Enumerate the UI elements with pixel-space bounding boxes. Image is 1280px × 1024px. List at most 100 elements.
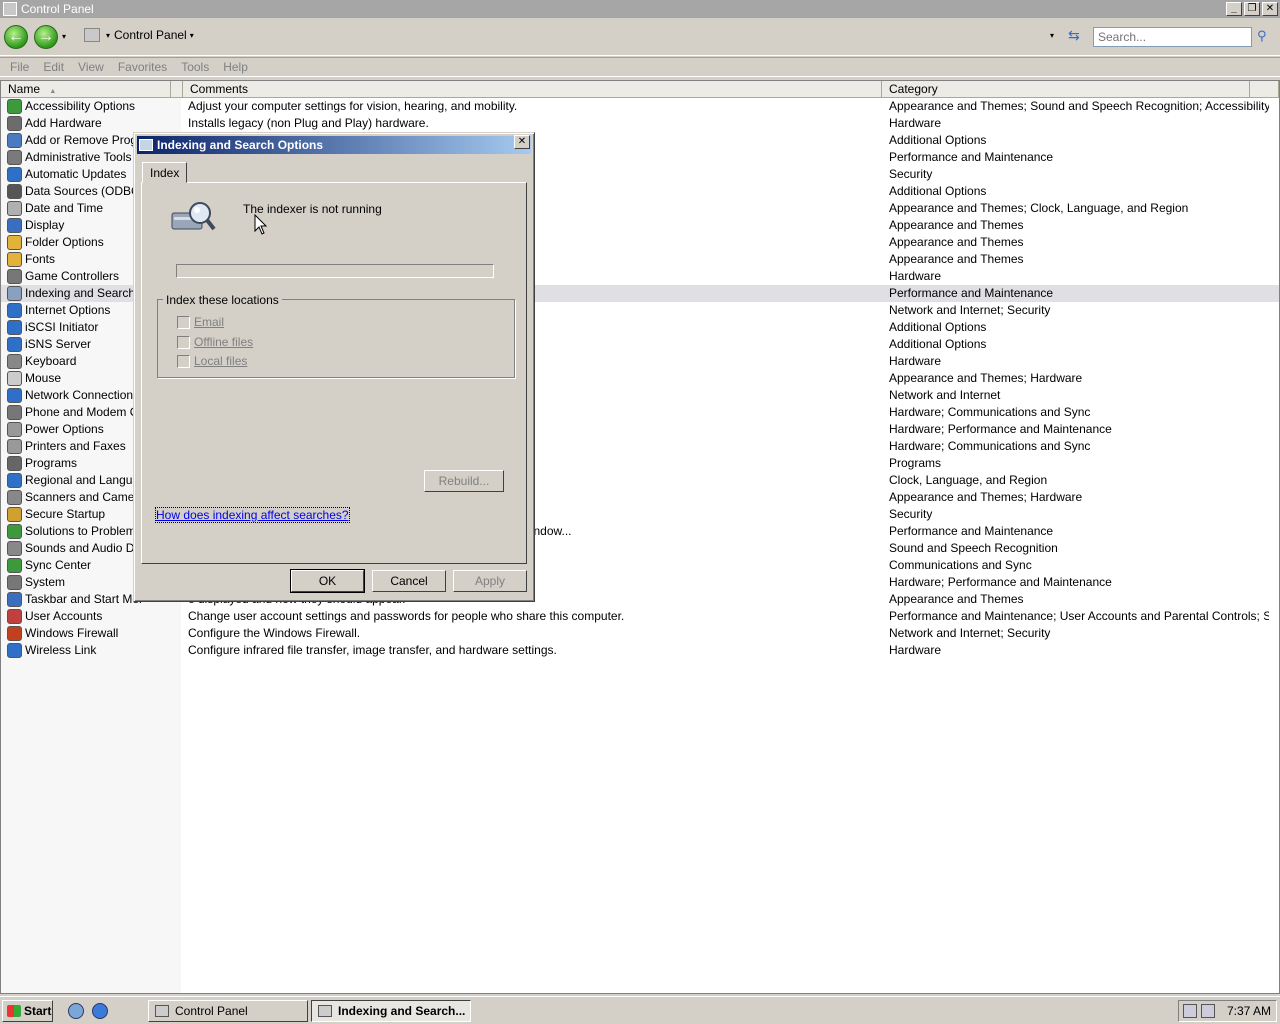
indexing-help-link[interactable]: How does indexing affect searches? bbox=[155, 507, 350, 523]
item-category: Sound and Speech Recognition bbox=[889, 541, 1058, 555]
search-icon[interactable]: ⚲ bbox=[1257, 28, 1273, 44]
item-icon bbox=[7, 303, 22, 318]
tab-index[interactable]: Index bbox=[142, 162, 187, 183]
menu-tools[interactable]: Tools bbox=[181, 60, 209, 74]
menu-favorites[interactable]: Favorites bbox=[118, 60, 167, 74]
forward-button[interactable]: → bbox=[34, 24, 58, 49]
task-control-panel-label: Control Panel bbox=[175, 1004, 248, 1018]
item-category: Hardware; Performance and Maintenance bbox=[889, 575, 1112, 589]
list-item[interactable]: Windows Firewall Configure the Windows Fi… bbox=[1, 625, 1279, 642]
offline-files-checkbox-box[interactable] bbox=[177, 335, 190, 349]
history-dropdown[interactable]: ▾ bbox=[62, 32, 72, 41]
indexing-icon bbox=[139, 139, 153, 151]
dialog-title: Indexing and Search Options bbox=[157, 138, 324, 152]
local-files-checkbox-box[interactable] bbox=[177, 354, 190, 368]
item-icon bbox=[7, 643, 22, 658]
local-files-checkbox[interactable]: Local files bbox=[177, 354, 377, 368]
navigation-toolbar: ← → ▾ ▾ Control Panel ▾ ▾ ⇆ bbox=[0, 18, 1280, 56]
item-icon bbox=[7, 167, 22, 182]
start-button[interactable]: Start bbox=[2, 1000, 53, 1022]
item-name: Windows Firewall bbox=[25, 626, 119, 640]
folder-icon bbox=[84, 28, 100, 42]
dialog-close-button[interactable]: ✕ bbox=[514, 135, 530, 149]
item-category: Appearance and Themes; Hardware bbox=[889, 371, 1083, 385]
item-category: Appearance and Themes bbox=[889, 235, 1024, 249]
menu-bar: File Edit View Favorites Tools Help bbox=[0, 57, 1280, 77]
item-icon bbox=[7, 269, 22, 284]
task-indexing-icon bbox=[318, 1005, 332, 1017]
item-category: Network and Internet; Security bbox=[889, 626, 1051, 640]
windows-flag-icon bbox=[7, 1005, 21, 1017]
list-item[interactable]: Wireless Link Configure infrared file tra… bbox=[1, 642, 1279, 659]
list-item[interactable]: Add Hardware Installs legacy (non Plug an… bbox=[1, 115, 1279, 132]
column-spacer bbox=[171, 81, 183, 98]
menu-view[interactable]: View bbox=[78, 60, 104, 74]
email-checkbox-label: Email bbox=[194, 315, 225, 329]
apply-button[interactable]: Apply bbox=[453, 570, 527, 592]
menu-file[interactable]: File bbox=[10, 60, 29, 74]
item-icon bbox=[7, 456, 22, 471]
column-header-name[interactable]: Name ▲ bbox=[1, 81, 171, 98]
refresh-icon[interactable]: ⇆ bbox=[1068, 27, 1084, 43]
system-tray: 7:37 AM bbox=[1178, 1000, 1277, 1022]
item-comment: Change user account settings and passwor… bbox=[188, 609, 625, 623]
item-category: Appearance and Themes bbox=[889, 592, 1024, 606]
search-input[interactable] bbox=[1093, 27, 1252, 47]
offline-files-checkbox[interactable]: Offline files bbox=[177, 335, 377, 349]
address-text[interactable]: Control Panel bbox=[114, 28, 187, 42]
menu-help[interactable]: Help bbox=[223, 60, 248, 74]
window-title: Control Panel bbox=[21, 2, 94, 16]
address-bar[interactable]: ▾ Control Panel ▾ bbox=[82, 23, 1062, 47]
column-header-category[interactable]: Category bbox=[882, 81, 1250, 98]
item-icon bbox=[7, 490, 22, 505]
address-arrow[interactable]: ▾ bbox=[106, 31, 110, 40]
breadcrumb-arrow[interactable]: ▾ bbox=[190, 31, 194, 40]
rebuild-button[interactable]: Rebuild... bbox=[424, 470, 504, 492]
item-category: Appearance and Themes bbox=[889, 218, 1024, 232]
list-item[interactable]: User Accounts Change user account setting… bbox=[1, 608, 1279, 625]
clock[interactable]: 7:37 AM bbox=[1227, 1004, 1271, 1018]
item-category: Network and Internet bbox=[889, 388, 1001, 402]
email-checkbox-box[interactable] bbox=[177, 315, 190, 329]
minimize-button[interactable]: _ bbox=[1226, 2, 1242, 16]
control-panel-icon bbox=[3, 2, 17, 16]
item-category: Hardware; Communications and Sync bbox=[889, 439, 1091, 453]
security-tray-icon[interactable] bbox=[1201, 1004, 1215, 1018]
email-checkbox[interactable]: Email bbox=[177, 315, 377, 329]
task-indexing-options[interactable]: Indexing and Search... bbox=[311, 1000, 471, 1022]
network-tray-icon[interactable] bbox=[1183, 1004, 1197, 1018]
task-control-panel[interactable]: Control Panel bbox=[148, 1000, 308, 1022]
locations-group-label: Index these locations bbox=[163, 293, 282, 307]
item-icon bbox=[7, 320, 22, 335]
item-icon bbox=[7, 252, 22, 267]
close-button[interactable]: ✕ bbox=[1262, 2, 1278, 16]
item-category: Hardware bbox=[889, 643, 942, 657]
item-comment: Configure the Windows Firewall. bbox=[188, 626, 361, 640]
item-category: Hardware bbox=[889, 354, 942, 368]
quicklaunch-browser-icon[interactable] bbox=[92, 1003, 108, 1019]
window-titlebar: Control Panel _ ❐ ✕ bbox=[0, 0, 1280, 18]
column-headers: Name ▲ Comments Category bbox=[1, 81, 1279, 98]
maximize-button[interactable]: ❐ bbox=[1244, 2, 1260, 16]
item-icon bbox=[7, 99, 22, 114]
address-dropdown[interactable]: ▾ bbox=[1050, 31, 1054, 40]
indexing-options-dialog: Indexing and Search Options ✕ Index The … bbox=[133, 132, 535, 602]
item-icon bbox=[7, 575, 22, 590]
item-category: Appearance and Themes; Clock, Language, … bbox=[889, 201, 1189, 215]
list-item[interactable]: Accessibility Options Adjust your compute… bbox=[1, 98, 1279, 115]
item-icon bbox=[7, 439, 22, 454]
ok-button[interactable]: OK bbox=[290, 569, 365, 593]
back-button[interactable]: ← bbox=[4, 24, 28, 49]
item-comment: Configure infrared file transfer, image … bbox=[188, 643, 557, 657]
taskbar: Start Control Panel Indexing and Search.… bbox=[0, 996, 1280, 1024]
column-header-comments[interactable]: Comments bbox=[183, 81, 882, 98]
item-icon bbox=[7, 422, 22, 437]
indexing-progress-bar bbox=[176, 264, 494, 278]
menu-edit[interactable]: Edit bbox=[43, 60, 64, 74]
item-comment: Installs legacy (non Plug and Play) hard… bbox=[188, 116, 429, 130]
cancel-button[interactable]: Cancel bbox=[372, 570, 446, 592]
item-icon bbox=[7, 133, 22, 148]
magnifier-drive-icon bbox=[171, 202, 216, 231]
quicklaunch-desktop-icon[interactable] bbox=[68, 1003, 84, 1019]
item-category: Programs bbox=[889, 456, 942, 470]
